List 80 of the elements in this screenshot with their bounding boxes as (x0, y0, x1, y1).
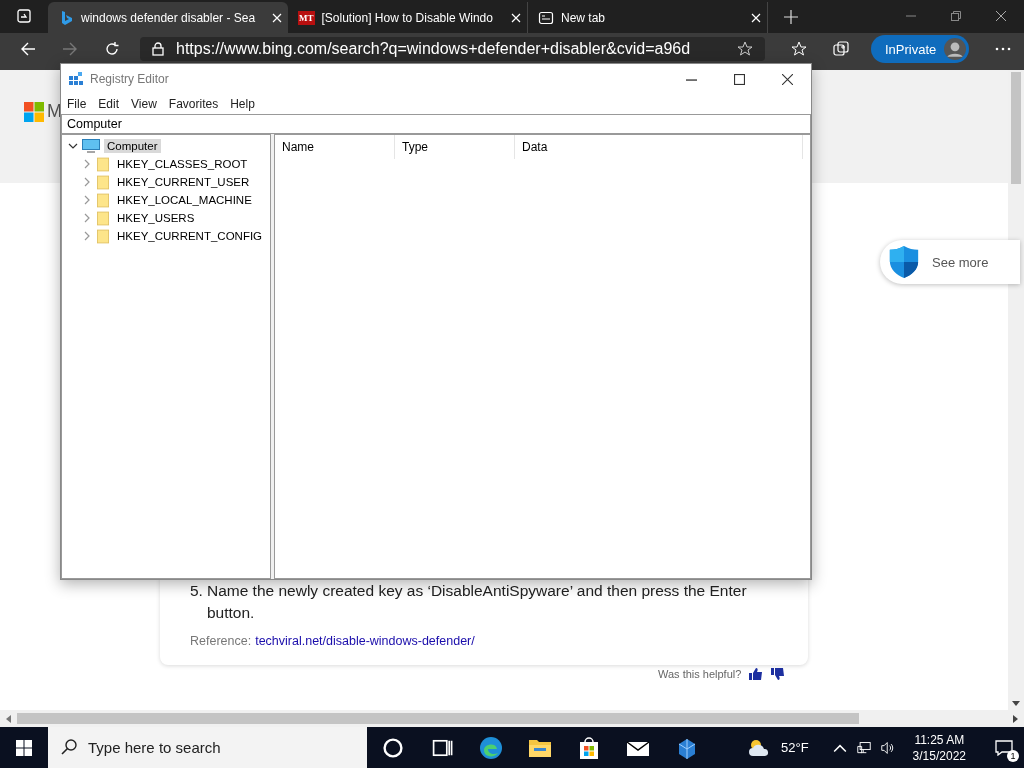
computer-icon (82, 139, 100, 153)
folder-icon (97, 174, 109, 190)
store-bag-icon[interactable] (577, 735, 601, 760)
message-icon (995, 739, 1013, 756)
taskbar-search-field[interactable]: Type here to search (48, 727, 367, 768)
site-logo: MT (298, 10, 315, 25)
inprivate-button[interactable]: InPrivate (871, 35, 970, 63)
scroll-left-arrow-icon[interactable] (6, 714, 11, 723)
collections-icon[interactable] (833, 41, 849, 57)
back-arrow-icon[interactable] (20, 41, 36, 57)
maximize-icon[interactable] (734, 73, 745, 85)
menu-item[interactable]: Favorites (168, 97, 219, 111)
scrollbar-thumb[interactable] (17, 713, 859, 724)
chevron-right-icon[interactable] (82, 213, 92, 223)
chevron-right-icon[interactable] (82, 177, 92, 187)
new-tab-plus-icon[interactable] (784, 10, 798, 24)
see-more-button[interactable]: See more (880, 240, 1020, 284)
shield-icon (888, 245, 920, 279)
menu-item[interactable]: Edit (98, 97, 120, 111)
lock-icon (152, 42, 164, 56)
edge-browser-icon[interactable] (479, 735, 503, 760)
chevron-down-icon[interactable] (68, 141, 78, 151)
tree-item[interactable]: HKEY_CURRENT_CONFIG (114, 229, 266, 243)
folder-icon (97, 192, 109, 208)
cortana-circle-icon[interactable] (381, 735, 405, 760)
tree-item[interactable]: Computer (104, 139, 161, 153)
step-number: 5. (190, 581, 203, 601)
scroll-down-arrow-icon[interactable] (1012, 701, 1020, 706)
folder-icon (97, 210, 109, 226)
reference-link[interactable]: techviral.net/disable-windows-defender/ (255, 634, 475, 648)
notification-count: 1 (1007, 749, 1019, 762)
chevron-right-icon[interactable] (82, 231, 92, 241)
search-icon (61, 739, 77, 755)
tree-item[interactable]: HKEY_CLASSES_ROOT (114, 157, 251, 171)
scroll-right-arrow-icon[interactable] (1013, 714, 1018, 723)
horizontal-scrollbar[interactable] (0, 710, 1024, 727)
column-header[interactable]: Name (275, 135, 395, 159)
chevron-right-icon[interactable] (82, 159, 92, 169)
clock-time[interactable]: 11:25 AM (914, 731, 965, 748)
new-tab-page-icon (538, 9, 554, 26)
favorites-star-icon[interactable] (791, 41, 807, 57)
tree-item[interactable]: HKEY_LOCAL_MACHINE (114, 193, 255, 207)
step-text: Name the newly created key as ‘DisableAntiSpyware’ and then press the Enter button. (206, 581, 748, 623)
close-icon[interactable] (782, 73, 793, 85)
chevron-right-icon[interactable] (82, 195, 92, 205)
volume-icon[interactable] (880, 740, 895, 755)
window-title: Registry Editor (90, 72, 169, 86)
helpful-question: Was this helpful? (658, 668, 742, 680)
thumbs-up-icon[interactable] (749, 668, 764, 680)
folder-icon (97, 156, 109, 172)
temperature[interactable]: 52°F (781, 740, 809, 755)
notification-center-button[interactable]: 1 (984, 727, 1024, 768)
scrollbar-thumb[interactable] (1011, 72, 1021, 184)
star-icon[interactable] (737, 41, 753, 57)
reference-label: Reference: (190, 634, 252, 648)
network-icon[interactable] (856, 740, 871, 755)
address-bar[interactable]: https://www.bing.com/search?q=windows+defender+disabler&cvid=a96d (140, 37, 765, 61)
registry-cubes-icon (68, 71, 84, 87)
menu-item[interactable]: Help (230, 97, 255, 111)
avatar-icon (944, 38, 967, 60)
menu-item[interactable]: File (67, 97, 87, 111)
column-header[interactable]: Type (395, 135, 515, 159)
cloudy-weather-icon[interactable] (747, 738, 771, 757)
tree-item[interactable]: HKEY_USERS (114, 211, 198, 225)
tree-item[interactable]: HKEY_CURRENT_USER (114, 175, 253, 189)
thumbs-down-icon[interactable] (771, 668, 786, 680)
vertical-scrollbar[interactable] (1008, 70, 1024, 710)
refresh-icon[interactable] (104, 41, 120, 57)
folder-icon (97, 228, 109, 244)
windows-logo-icon (24, 101, 44, 122)
browser-tab[interactable]: windows defender disabler - Sea (48, 2, 288, 33)
menu-item[interactable]: View (131, 97, 157, 111)
address-field[interactable]: Computer (61, 114, 811, 134)
tab-actions-icon[interactable] (16, 8, 32, 24)
column-header[interactable]: Data (515, 135, 803, 159)
start-windows-icon[interactable] (16, 739, 32, 756)
clock-date[interactable]: 3/15/2022 (912, 747, 966, 764)
close-icon[interactable] (996, 11, 1006, 21)
restore-icon[interactable] (951, 11, 961, 21)
forward-arrow-icon[interactable] (62, 41, 78, 57)
